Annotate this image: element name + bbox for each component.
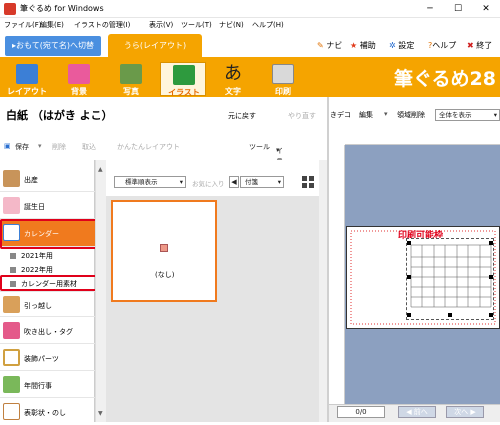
chevron-down-icon: ▾ xyxy=(493,111,497,119)
highlight-calendar-sozai xyxy=(0,275,100,291)
certificate-icon xyxy=(3,403,20,420)
ribbon-illust-button[interactable]: イラスト xyxy=(160,62,206,97)
favorites-button[interactable]: お気に入り xyxy=(192,178,225,188)
hosoku-button[interactable]: ★ 補助 xyxy=(350,40,376,51)
category-hikkoshi[interactable]: 引っ越し xyxy=(0,291,95,317)
tab-ura-layout[interactable]: うら(レイアウト) xyxy=(108,34,202,57)
panel-divider[interactable] xyxy=(327,97,329,422)
decor-button[interactable]: きデコ xyxy=(330,110,351,120)
calendar-frame[interactable] xyxy=(406,238,494,320)
menu-file[interactable]: ファイル(F) xyxy=(4,20,42,30)
view-order-select[interactable]: 標準順表示 ▾ xyxy=(114,176,186,188)
folder-square-icon xyxy=(10,267,16,273)
save-button[interactable]: 保存 xyxy=(15,142,29,152)
folder-square-icon xyxy=(10,253,16,259)
menu-view[interactable]: 表示(V) xyxy=(149,20,173,30)
star-icon: ★ xyxy=(350,41,358,50)
easy-layout-button[interactable]: かんたんレイアウト xyxy=(117,142,180,152)
next-page-button[interactable]: 次へ ▶ xyxy=(446,406,484,418)
category-scrollbar[interactable]: ▲ ▼ xyxy=(95,160,106,422)
printer-icon xyxy=(272,64,294,84)
redo-button[interactable]: やり直す xyxy=(288,111,316,121)
chevron-down-icon[interactable]: ▾ xyxy=(384,110,388,118)
zoom-select[interactable]: 全体を表示 ▾ xyxy=(435,109,500,121)
minimize-button[interactable]: ─ xyxy=(416,0,444,18)
scroll-down-icon[interactable]: ▼ xyxy=(98,410,103,417)
page-prev-button[interactable]: ◀ xyxy=(229,176,239,188)
chevron-down-icon: ▾ xyxy=(277,178,281,186)
grid-view-icon[interactable] xyxy=(302,176,314,188)
category-fukidashi[interactable]: 吹き出し・タグ xyxy=(0,318,95,344)
frame-icon xyxy=(3,349,20,366)
vertical-ruler xyxy=(330,145,345,405)
app-icon xyxy=(4,3,16,15)
menu-help[interactable]: ヘルプ(H) xyxy=(252,20,284,30)
ribbon-layout-button[interactable]: レイアウト xyxy=(4,62,50,96)
settings-button[interactable]: ✲ 設定 xyxy=(389,40,414,51)
menu-bar: ファイル(F) 編集(E) イラストの管理(I) 表示(V) ツール(T) ナビ… xyxy=(0,18,500,32)
chevron-down-icon: ▾ xyxy=(179,178,183,186)
menu-edit[interactable]: 編集(E) xyxy=(40,20,64,30)
speech-bubble-icon xyxy=(3,322,20,339)
category-shussan[interactable]: 出産 xyxy=(0,166,95,192)
page-count-field: 0/0 xyxy=(337,406,385,418)
undo-button[interactable]: 元に戻す xyxy=(228,111,256,121)
import-button[interactable]: 取込 xyxy=(82,142,96,152)
document-title: 白紙 （はがき よこ） xyxy=(6,109,113,122)
grid-scrollbar[interactable] xyxy=(319,160,327,422)
menu-illust-manage[interactable]: イラストの管理(I) xyxy=(74,20,130,30)
category-list: 出産 誕生日 カレンダー 2021年用 2022年用 カレンダー用素材 引っ越し… xyxy=(0,160,95,422)
ribbon-moji-button[interactable]: あ 文字 xyxy=(210,62,256,97)
subcategory-2021[interactable]: 2021年用 xyxy=(0,249,95,262)
delete-button[interactable]: 削除 xyxy=(52,142,66,152)
tag-select[interactable]: 付箋 ▾ xyxy=(240,176,284,188)
menu-tools[interactable]: ツール(T) xyxy=(181,20,212,30)
category-hyosho[interactable]: 表彰状・のし xyxy=(0,399,95,425)
exit-button[interactable]: ✖ 終了 xyxy=(467,40,492,51)
category-nenchu[interactable]: 年間行事 xyxy=(0,372,95,398)
help-button[interactable]: ?ヘルプ xyxy=(428,40,456,51)
brand-logo: 筆ぐるめ28 xyxy=(393,68,496,90)
photo-icon xyxy=(120,64,142,84)
tab-omote-switch[interactable]: ▸おもて(宛て名)へ切替 xyxy=(5,36,101,56)
scroll-up-icon[interactable]: ▲ xyxy=(98,166,103,173)
save-icon: ▣ xyxy=(4,142,11,150)
cake-icon xyxy=(3,197,20,214)
calligraphy-icon: あ xyxy=(224,63,242,84)
bamboo-icon xyxy=(3,376,20,393)
close-button[interactable]: ✕ xyxy=(472,0,500,18)
navi-icon: ✎ xyxy=(317,41,324,50)
ribbon-insatsu-button[interactable]: 印刷 xyxy=(260,62,306,96)
area-delete-button[interactable]: 領域削除 xyxy=(397,110,425,120)
menu-navi[interactable]: ナビ(N) xyxy=(219,20,244,30)
exit-icon: ✖ xyxy=(467,41,474,50)
prev-page-button[interactable]: ◀ 前へ xyxy=(398,406,436,418)
tools-button[interactable]: ツール xyxy=(249,142,270,152)
maximize-button[interactable]: ☐ xyxy=(444,0,472,18)
highlight-calendar xyxy=(0,219,100,249)
ribbon-haikei-button[interactable]: 背景 xyxy=(56,62,102,96)
bear-icon xyxy=(3,170,20,187)
edit-button[interactable]: 編集 xyxy=(359,110,373,120)
navi-button[interactable]: ✎ ナビ xyxy=(317,40,342,51)
title-bar: 筆ぐるめ for Windows ─ ☐ ✕ xyxy=(0,0,500,18)
horizontal-ruler xyxy=(345,137,500,145)
thumbnail-label: (なし) xyxy=(155,271,175,279)
watermelon-icon xyxy=(173,65,195,85)
category-soshoku[interactable]: 装飾パーツ xyxy=(0,345,95,371)
layout-icon xyxy=(16,64,38,84)
category-tanjobi[interactable]: 誕生日 xyxy=(0,193,95,219)
illust-toolbar: ▣ 保存 ▾ 削除 取込 かんたんレイアウト ツール ▾ イラスト追加 xyxy=(4,142,283,205)
window-title: 筆ぐるめ for Windows xyxy=(20,4,104,13)
broken-image-icon xyxy=(160,244,168,252)
box-icon xyxy=(3,296,20,313)
gear-icon: ✲ xyxy=(389,41,396,50)
dropdown-arrow-icon[interactable]: ▾ xyxy=(38,142,42,150)
background-icon xyxy=(68,64,90,84)
ribbon-shashin-button[interactable]: 写真 xyxy=(108,62,154,96)
